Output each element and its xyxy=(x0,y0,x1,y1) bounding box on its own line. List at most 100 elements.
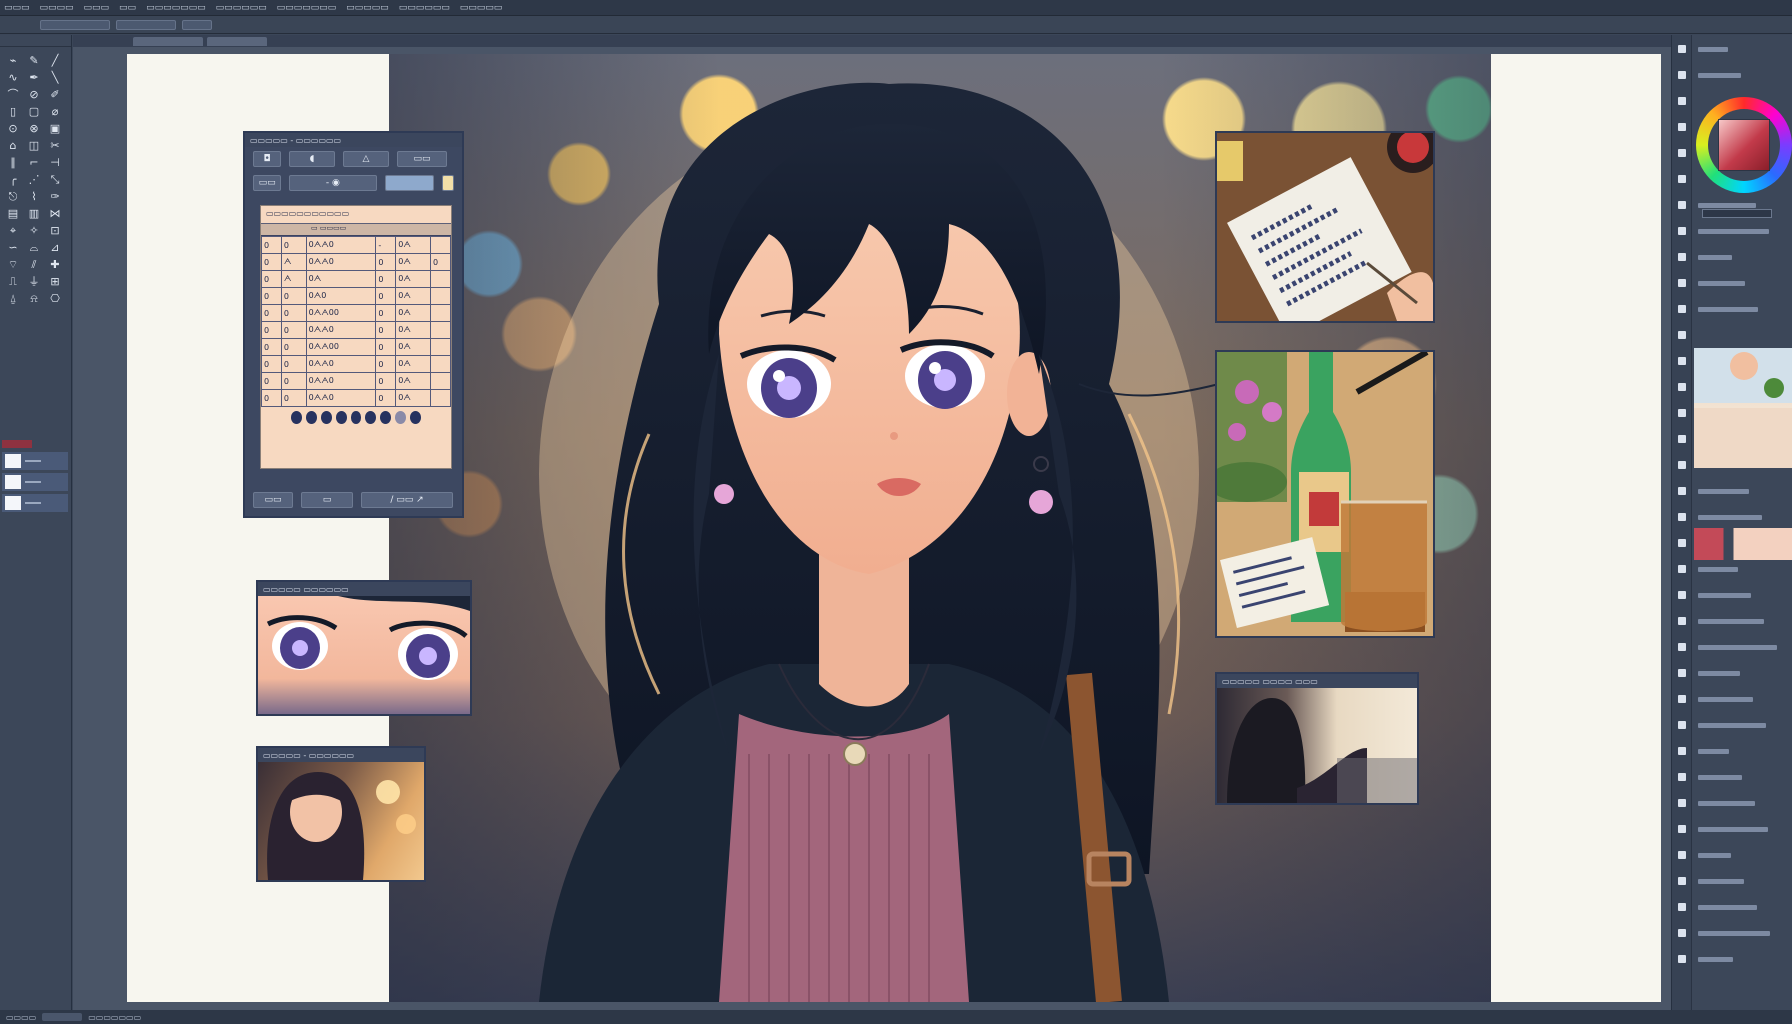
tool-button[interactable]: ⤡ xyxy=(46,172,64,188)
canvas[interactable]: ▭▭▭▭▭ - ▭▭▭▭▭▭ ◘ ◖ △ ▭▭ ▭▭ - ◉ ▭▭▭▭▭▭▭▭▭… xyxy=(127,54,1661,1002)
menu-item[interactable]: ▭▭▭▭▭▭▭ xyxy=(146,3,206,13)
brush-slider[interactable] xyxy=(1702,209,1772,218)
table-cell[interactable]: 0 xyxy=(375,372,397,390)
tool-button[interactable]: ⊡ xyxy=(46,223,64,239)
eyes-reference-window[interactable]: ▭▭▭▭▭ ▭▭▭▭▭▭ xyxy=(256,580,472,716)
panel-icon-button[interactable] xyxy=(1678,123,1686,131)
tool-button[interactable]: ✎ xyxy=(25,53,43,69)
tool-button[interactable]: ⌐ xyxy=(25,155,43,171)
footer-tools[interactable]: / ▭▭ ↗ xyxy=(361,492,453,508)
tool-button[interactable]: ⊞ xyxy=(46,274,64,290)
color-picker-square[interactable] xyxy=(1718,119,1770,171)
panel-icon-button[interactable] xyxy=(1678,227,1686,235)
table-row[interactable]: 0 0 0ᗅᗅ0 0 0ᗅ xyxy=(261,355,451,373)
table-row[interactable]: 0 ᗅ 0ᗅ 0 0ᗅ xyxy=(261,270,451,288)
panel-icon-button[interactable] xyxy=(1678,331,1686,339)
table-cell[interactable]: 0ᗅ xyxy=(395,372,432,390)
table-row[interactable]: 0 0 0ᗅ0 0 0ᗅ xyxy=(261,287,451,305)
sheet-table[interactable]: 0 0 0ᗅᗅ0-0ᗅ 0 ᗅ 0ᗅᗅ0 0 0ᗅ 0 0 ᗅ 0ᗅ 0 0ᗅ 0 0 0ᗅ0 0 0ᗅ 0 0 0ᗅᗅ0… xyxy=(261,236,451,407)
tool-button[interactable]: ⊘ xyxy=(25,87,43,103)
spreadsheet-window-titlebar[interactable]: ▭▭▭▭▭ - ▭▭▭▭▭▭ xyxy=(245,133,462,147)
table-cell[interactable]: 0 xyxy=(280,236,307,254)
table-cell[interactable] xyxy=(430,321,451,339)
receipt-reference-image[interactable] xyxy=(1215,131,1435,323)
tool-button[interactable]: ⌀ xyxy=(46,104,64,120)
table-cell[interactable]: 0ᗅᗅ0 xyxy=(305,355,377,373)
mode-dropdown[interactable] xyxy=(182,19,212,30)
table-cell[interactable]: 0 xyxy=(261,253,282,271)
panel-icon-button[interactable] xyxy=(1678,435,1686,443)
tool-button[interactable]: ╲ xyxy=(46,70,64,86)
menu-item[interactable]: ▭▭▭▭▭ xyxy=(460,3,503,13)
active-field[interactable] xyxy=(384,175,434,191)
tool-button[interactable]: ⌁ xyxy=(4,53,22,69)
panel-icon-button[interactable] xyxy=(1678,513,1686,521)
table-cell[interactable]: 0ᗅᗅ00 xyxy=(305,304,377,322)
tool-button[interactable]: ⊿ xyxy=(46,240,64,256)
tool-button[interactable]: ✧ xyxy=(25,223,43,239)
table-cell[interactable]: 0ᗅ0 xyxy=(305,287,377,305)
table-row[interactable]: 0 0 0ᗅᗅ0 0 0ᗅ xyxy=(261,372,451,390)
tool-button[interactable]: ⌂ xyxy=(4,138,22,154)
panel-icon-button[interactable] xyxy=(1678,747,1686,755)
panel-icon-button[interactable] xyxy=(1678,851,1686,859)
table-cell[interactable]: 0 xyxy=(280,321,307,339)
color-chip[interactable] xyxy=(441,175,455,191)
table-cell[interactable]: 0ᗅ xyxy=(395,321,432,339)
table-cell[interactable]: 0 xyxy=(375,338,397,356)
opacity-field[interactable] xyxy=(116,19,176,30)
table-cell[interactable]: 0 xyxy=(375,389,397,407)
table-row[interactable]: 0 0 0ᗅᗅ00 0 0ᗅ xyxy=(261,338,451,356)
panel-icon-button[interactable] xyxy=(1678,45,1686,53)
spreadsheet-sheet[interactable]: ▭▭▭▭▭▭▭▭▭▭▭ ▭ ▭▭▭▭ 0 0 0ᗅᗅ0-0ᗅ 0 ᗅ 0ᗅᗅ0 0 0ᗅ 0 0 ᗅ… xyxy=(260,205,452,469)
tool-button[interactable]: ⏚ xyxy=(25,274,43,290)
tool-button[interactable]: ⋰ xyxy=(25,172,43,188)
table-cell[interactable] xyxy=(430,270,451,288)
table-cell[interactable]: 0 xyxy=(280,372,307,390)
tool-button[interactable]: ⍙ xyxy=(4,291,22,307)
panel-icon-button[interactable] xyxy=(1678,773,1686,781)
menu-item[interactable]: ▭▭▭▭▭▭▭ xyxy=(277,3,337,13)
table-cell[interactable]: 0 xyxy=(261,270,282,288)
document-tab-active[interactable] xyxy=(133,36,203,46)
tool-button[interactable]: ∿ xyxy=(4,70,22,86)
table-cell[interactable] xyxy=(430,287,451,305)
tool-button[interactable]: ⍾ xyxy=(25,291,43,307)
brush-size-field[interactable] xyxy=(40,19,110,30)
tool-button[interactable]: ▯ xyxy=(4,104,22,120)
table-cell[interactable]: 0 xyxy=(280,338,307,356)
panel-icon-button[interactable] xyxy=(1678,305,1686,313)
table-cell[interactable]: 0ᗅ xyxy=(395,304,432,322)
panel-icon-button[interactable] xyxy=(1678,149,1686,157)
table-row[interactable]: 0 0 0ᗅᗅ0-0ᗅ xyxy=(261,236,451,254)
table-cell[interactable]: 0 xyxy=(261,389,282,407)
menu-item[interactable]: ▭▭▭▭▭▭ xyxy=(216,3,267,13)
table-cell[interactable]: 0ᗅᗅ0 xyxy=(305,253,377,271)
menu-item[interactable]: ▭▭▭▭ xyxy=(40,3,74,13)
table-cell[interactable] xyxy=(430,338,451,356)
panel-icon-button[interactable] xyxy=(1678,97,1686,105)
window-reference-frame[interactable]: ▭▭▭▭▭ ▭▭▭▭ ▭▭▭ xyxy=(1215,672,1419,805)
table-cell[interactable]: 0 xyxy=(375,304,397,322)
panel-icon-button[interactable] xyxy=(1678,643,1686,651)
value-slider[interactable]: - ◉ xyxy=(289,175,377,191)
table-cell[interactable]: 0ᗅ xyxy=(395,389,432,407)
layer-row[interactable] xyxy=(2,452,68,470)
tool-button[interactable]: ⌖ xyxy=(4,223,22,239)
tool-button[interactable]: ✐ xyxy=(46,87,64,103)
table-cell[interactable] xyxy=(430,304,451,322)
panel-icon-button[interactable] xyxy=(1678,825,1686,833)
table-cell[interactable]: 0ᗅᗅ0 xyxy=(305,236,377,254)
menu-item[interactable]: ▭▭▭▭▭ xyxy=(346,3,389,13)
table-cell[interactable]: 0 xyxy=(375,355,397,373)
table-cell[interactable]: 0 xyxy=(375,270,397,288)
table-cell[interactable]: 0 xyxy=(280,389,307,407)
footer-button-1[interactable]: ▭▭ xyxy=(253,492,293,508)
panel-icon-button[interactable] xyxy=(1678,539,1686,547)
table-cell[interactable]: 0 xyxy=(280,287,307,305)
table-cell[interactable] xyxy=(430,355,451,373)
table-cell[interactable]: 0ᗅᗅ0 xyxy=(305,321,377,339)
table-cell[interactable]: 0 xyxy=(430,253,451,271)
material-thumbnails[interactable] xyxy=(1694,528,1792,560)
panel-icon-button[interactable] xyxy=(1678,903,1686,911)
